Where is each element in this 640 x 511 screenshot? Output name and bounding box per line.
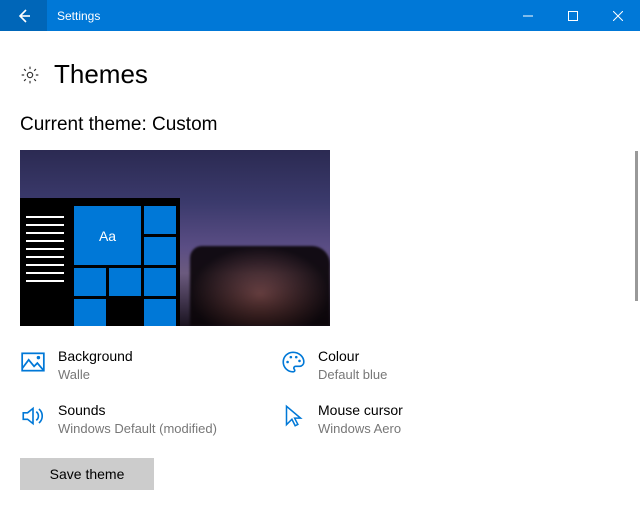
theme-preview[interactable]: Aa (20, 150, 330, 326)
maximize-button[interactable] (550, 0, 595, 31)
setting-background[interactable]: Background Walle (20, 348, 270, 382)
preview-wallpaper-silhouette (190, 246, 330, 326)
setting-sounds[interactable]: Sounds Windows Default (modified) (20, 402, 270, 436)
back-arrow-icon (16, 8, 32, 24)
preview-tiles: Aa (74, 206, 176, 326)
preview-app-list (26, 216, 64, 282)
back-button[interactable] (0, 0, 47, 31)
cursor-icon (280, 403, 306, 429)
scrollbar-thumb[interactable] (635, 151, 638, 301)
page-header: Themes (20, 59, 620, 90)
save-theme-button[interactable]: Save theme (20, 458, 154, 490)
palette-icon (280, 349, 306, 375)
window-title: Settings (47, 0, 505, 31)
close-icon (613, 11, 623, 21)
setting-sounds-value: Windows Default (modified) (58, 421, 217, 436)
gear-icon (20, 65, 40, 85)
page-title: Themes (54, 59, 148, 90)
preview-tile-large: Aa (74, 206, 141, 265)
setting-colour[interactable]: Colour Default blue (280, 348, 530, 382)
speaker-icon (20, 403, 46, 429)
setting-colour-label: Colour (318, 348, 387, 365)
setting-background-label: Background (58, 348, 133, 365)
minimize-icon (523, 11, 533, 21)
setting-cursor-value: Windows Aero (318, 421, 403, 436)
maximize-icon (568, 11, 578, 21)
setting-cursor[interactable]: Mouse cursor Windows Aero (280, 402, 530, 436)
caption-buttons (505, 0, 640, 31)
preview-start-menu: Aa (20, 198, 180, 326)
picture-icon (20, 349, 46, 375)
page-body: Themes Current theme: Custom Aa (0, 31, 640, 511)
current-theme-label: Current theme: Custom (20, 114, 620, 136)
setting-sounds-label: Sounds (58, 402, 217, 419)
close-button[interactable] (595, 0, 640, 31)
setting-colour-value: Default blue (318, 367, 387, 382)
titlebar: Settings (0, 0, 640, 31)
theme-settings-grid: Background Walle Colour Default blue Sou… (20, 348, 620, 436)
minimize-button[interactable] (505, 0, 550, 31)
setting-cursor-label: Mouse cursor (318, 402, 403, 419)
setting-background-value: Walle (58, 367, 133, 382)
